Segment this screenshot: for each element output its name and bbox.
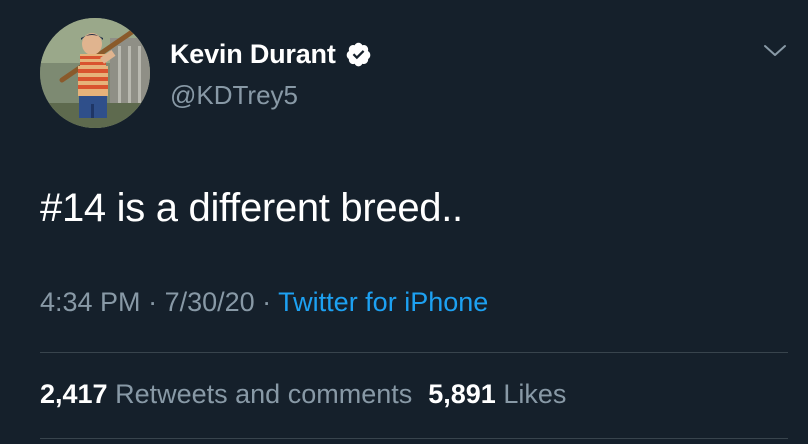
- tweet-date[interactable]: 7/30/20: [165, 287, 255, 317]
- avatar[interactable]: [40, 18, 150, 128]
- tweet-text: #14 is a different breed..: [40, 186, 463, 230]
- retweets-label: Retweets and comments: [115, 379, 413, 409]
- tweet-meta: 4:34 PM · 7/30/20 · Twitter for iPhone: [40, 287, 488, 318]
- meta-separator: ·: [254, 287, 279, 317]
- name-row: Kevin Durant: [170, 38, 372, 70]
- divider: [40, 438, 788, 439]
- tweet-source-link[interactable]: Twitter for iPhone: [278, 287, 488, 317]
- divider: [40, 352, 788, 353]
- likes-stat[interactable]: 5,891 Likes: [428, 379, 566, 409]
- tweet-time[interactable]: 4:34 PM: [40, 287, 141, 317]
- chevron-down-icon[interactable]: [762, 42, 788, 60]
- meta-separator: ·: [140, 287, 165, 317]
- likes-count: 5,891: [428, 379, 496, 409]
- user-handle[interactable]: @KDTrey5: [170, 80, 298, 111]
- retweets-count: 2,417: [40, 379, 108, 409]
- display-name[interactable]: Kevin Durant: [170, 39, 336, 70]
- avatar-image: [40, 18, 150, 128]
- likes-label: Likes: [503, 379, 567, 409]
- verified-badge-icon: [345, 41, 372, 68]
- retweets-stat[interactable]: 2,417 Retweets and comments: [40, 379, 412, 409]
- tweet-stats: 2,417 Retweets and comments 5,891 Likes: [40, 379, 566, 410]
- tweet-card: Kevin Durant @KDTrey5 #14 is a different…: [0, 0, 808, 444]
